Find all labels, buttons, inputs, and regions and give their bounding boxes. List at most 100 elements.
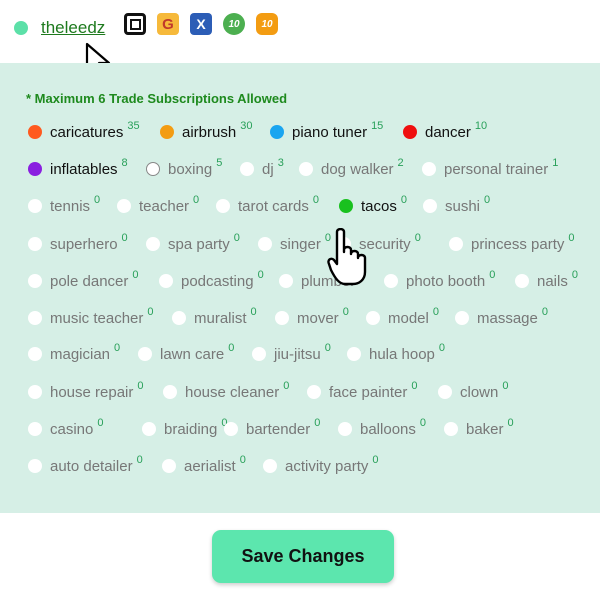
trade-option[interactable]: braiding 0 (142, 417, 228, 439)
radio-icon[interactable] (263, 459, 277, 473)
selected-radio-icon[interactable] (160, 125, 174, 139)
trade-option[interactable]: superhero 0 (28, 232, 128, 254)
trade-option[interactable]: activity party 0 (263, 454, 379, 476)
trade-option[interactable]: caricatures 35 (28, 120, 140, 142)
trade-option[interactable]: tarot cards 0 (216, 194, 319, 216)
radio-icon[interactable] (146, 162, 160, 176)
trade-option[interactable]: aerialist 0 (162, 454, 246, 476)
radio-icon[interactable] (438, 385, 452, 399)
radio-icon[interactable] (28, 274, 42, 288)
selected-radio-icon[interactable] (28, 125, 42, 139)
trade-label: pole dancer (50, 272, 129, 290)
trade-label: clown (460, 383, 499, 401)
radio-icon[interactable] (163, 385, 177, 399)
selected-radio-icon[interactable] (339, 199, 353, 213)
trade-label: casino (50, 420, 94, 438)
trade-count: 0 (137, 380, 144, 392)
trade-option[interactable]: auto detailer 0 (28, 454, 143, 476)
trade-option[interactable]: model 0 (366, 306, 439, 328)
trade-option[interactable]: nails 0 (515, 269, 578, 291)
radio-icon[interactable] (275, 311, 289, 325)
radio-icon[interactable] (240, 162, 254, 176)
selected-radio-icon[interactable] (403, 125, 417, 139)
radio-icon[interactable] (142, 422, 156, 436)
radio-icon[interactable] (28, 385, 42, 399)
trade-option[interactable]: house repair 0 (28, 380, 144, 402)
radio-icon[interactable] (138, 347, 152, 361)
trade-option[interactable]: casino 0 (28, 417, 103, 439)
radio-icon[interactable] (28, 199, 42, 213)
trade-option[interactable]: podcasting 0 (159, 269, 264, 291)
radio-icon[interactable] (172, 311, 186, 325)
trade-option[interactable]: photo booth 0 (384, 269, 495, 291)
radio-icon[interactable] (146, 237, 160, 251)
radio-icon[interactable] (422, 162, 436, 176)
trade-option[interactable]: teacher 0 (117, 194, 199, 216)
radio-icon[interactable] (159, 274, 173, 288)
trade-option[interactable]: personal trainer 1 (422, 157, 559, 179)
radio-icon[interactable] (224, 422, 238, 436)
trade-option[interactable]: jiu-jitsu 0 (252, 342, 331, 364)
trade-option[interactable]: piano tuner 15 (270, 120, 383, 142)
selected-radio-icon[interactable] (28, 162, 42, 176)
trade-option[interactable]: balloons 0 (338, 417, 426, 439)
trade-label: face painter (329, 383, 408, 401)
radio-icon[interactable] (449, 237, 463, 251)
trade-option[interactable]: muralist 0 (172, 306, 257, 328)
trade-label: aerialist (184, 457, 236, 475)
save-changes-button[interactable]: Save Changes (212, 530, 394, 583)
trade-option[interactable]: house cleaner 0 (163, 380, 289, 402)
radio-icon[interactable] (307, 385, 321, 399)
radio-icon[interactable] (444, 422, 458, 436)
radio-icon[interactable] (28, 347, 42, 361)
radio-icon[interactable] (423, 199, 437, 213)
radio-icon[interactable] (347, 347, 361, 361)
radio-icon[interactable] (28, 311, 42, 325)
username-link[interactable]: theleedz (41, 18, 105, 38)
radio-icon[interactable] (252, 347, 266, 361)
radio-icon[interactable] (28, 459, 42, 473)
trade-option[interactable]: princess party 0 (449, 232, 575, 254)
radio-icon[interactable] (366, 311, 380, 325)
radio-icon[interactable] (515, 274, 529, 288)
trade-option[interactable]: music teacher 0 (28, 306, 154, 328)
trade-label: dog walker (321, 160, 394, 178)
radio-icon[interactable] (216, 199, 230, 213)
trade-option[interactable]: hula hoop 0 (347, 342, 445, 364)
trade-option[interactable]: tacos 0 (339, 194, 407, 216)
trade-option[interactable]: dog walker 2 (299, 157, 404, 179)
trade-option[interactable]: sushi 0 (423, 194, 490, 216)
trade-option[interactable]: face painter 0 (307, 380, 418, 402)
trade-option[interactable]: dj 3 (240, 157, 284, 179)
radio-icon[interactable] (299, 162, 313, 176)
trade-option[interactable]: dancer 10 (403, 120, 487, 142)
trade-option[interactable]: inflatables 8 (28, 157, 128, 179)
trade-option[interactable]: lawn care 0 (138, 342, 234, 364)
trade-option[interactable]: massage 0 (455, 306, 548, 328)
radio-icon[interactable] (338, 422, 352, 436)
trade-option[interactable]: mover 0 (275, 306, 349, 328)
radio-icon[interactable] (28, 422, 42, 436)
selected-radio-icon[interactable] (270, 125, 284, 139)
trade-label: magician (50, 345, 111, 363)
radio-icon[interactable] (279, 274, 293, 288)
radio-icon[interactable] (384, 274, 398, 288)
trade-option[interactable]: bartender 0 (224, 417, 320, 439)
radio-icon[interactable] (162, 459, 176, 473)
trade-count: 1 (552, 157, 559, 169)
trade-option[interactable]: pole dancer 0 (28, 269, 139, 291)
trade-option[interactable]: clown 0 (438, 380, 508, 402)
trade-option[interactable]: tennis 0 (28, 194, 100, 216)
trade-option[interactable]: boxing 5 (146, 157, 222, 179)
trade-option[interactable]: magician 0 (28, 342, 120, 364)
trade-option[interactable]: baker 0 (444, 417, 514, 439)
trade-option[interactable]: spa party 0 (146, 232, 240, 254)
radio-icon[interactable] (455, 311, 469, 325)
trade-option[interactable]: singer 0 (258, 232, 331, 254)
trade-count: 0 (250, 306, 257, 318)
radio-icon[interactable] (258, 237, 272, 251)
trade-option[interactable]: airbrush 30 (160, 120, 252, 142)
trade-count: 0 (372, 454, 379, 466)
radio-icon[interactable] (117, 199, 131, 213)
radio-icon[interactable] (28, 237, 42, 251)
